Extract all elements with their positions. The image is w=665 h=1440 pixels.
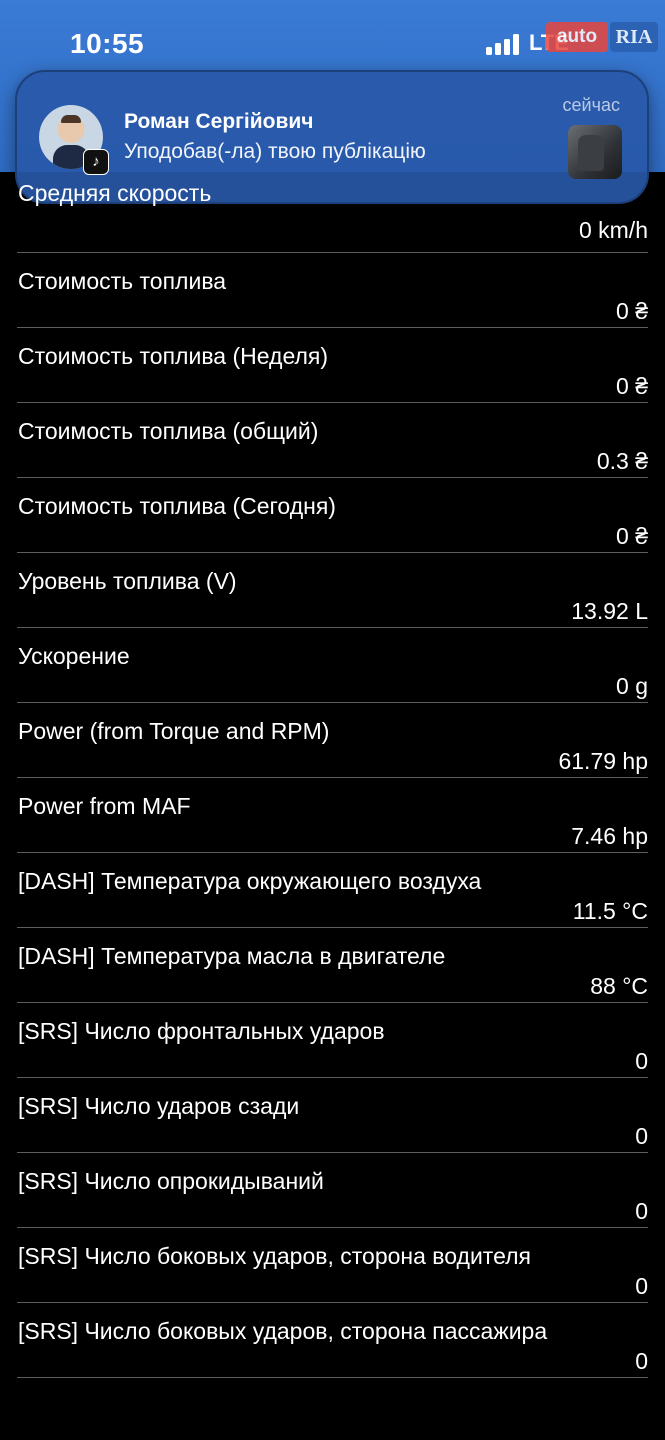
row-label: Стоимость топлива (Сегодня) xyxy=(18,493,336,519)
row-value: 0 ₴ xyxy=(616,298,648,324)
row-value: 0 xyxy=(635,1048,648,1074)
notification-time: сейчас xyxy=(562,95,620,115)
row-label: Уровень топлива (V) xyxy=(18,568,237,594)
list-item[interactable]: [DASH] Температура окружающего воздуха 1… xyxy=(17,853,648,928)
row-label: Ускорение xyxy=(18,643,130,669)
row-value: 0 g xyxy=(616,673,648,699)
row-label: [SRS] Число ударов сзади xyxy=(18,1093,300,1119)
list-item[interactable]: Стоимость топлива (Сегодня) 0 ₴ xyxy=(17,478,648,553)
list-item[interactable]: Уровень топлива (V) 13.92 L xyxy=(17,553,648,628)
row-value: 61.79 hp xyxy=(558,748,648,774)
list-item[interactable]: Ускорение 0 g xyxy=(17,628,648,703)
row-value: 0 km/h xyxy=(578,217,648,243)
sensor-list: Средняя скорость 0 km/h Стоимость топлив… xyxy=(0,172,665,1378)
status-time: 10:55 xyxy=(70,28,145,59)
row-label: [SRS] Число боковых ударов, сторона пасс… xyxy=(18,1318,548,1344)
row-value: 0 ₴ xyxy=(616,373,648,399)
list-item[interactable]: Power (from Torque and RPM) 61.79 hp xyxy=(17,703,648,778)
row-value: 11.5 °C xyxy=(572,898,648,924)
row-label: Стоимость топлива (Неделя) xyxy=(18,343,329,369)
list-item[interactable]: Power from MAF 7.46 hp xyxy=(17,778,648,853)
row-value: 88 °C xyxy=(590,973,648,999)
row-value: 0 xyxy=(635,1198,648,1224)
row-label: Power from MAF xyxy=(18,793,191,819)
notification-message: Уподобав(-ла) твою публікацію xyxy=(124,140,426,163)
watermark-ria: RIA xyxy=(610,22,658,52)
row-label: [SRS] Число фронтальных ударов xyxy=(18,1018,385,1044)
row-value: 0 xyxy=(635,1348,648,1374)
list-item[interactable]: Средняя скорость 0 km/h xyxy=(17,172,648,253)
watermark-logo: auto RIA xyxy=(546,20,658,54)
row-label: [SRS] Число опрокидываний xyxy=(18,1168,324,1194)
row-label: Power (from Torque and RPM) xyxy=(18,718,330,744)
row-label: Стоимость топлива xyxy=(18,268,227,294)
cellular-signal-icon xyxy=(486,33,522,55)
list-item[interactable]: [SRS] Число опрокидываний 0 xyxy=(17,1153,648,1228)
row-value: 0 ₴ xyxy=(616,523,648,549)
row-value: 0 xyxy=(635,1273,648,1299)
row-label: Стоимость топлива (общий) xyxy=(18,418,319,444)
notification-sender: Роман Сергійович xyxy=(124,110,314,133)
list-item[interactable]: [SRS] Число фронтальных ударов 0 xyxy=(17,1003,648,1078)
watermark-auto: auto xyxy=(546,22,608,52)
row-label: [DASH] Температура масла в двигателе xyxy=(18,943,446,969)
list-item[interactable]: [SRS] Число боковых ударов, сторона пасс… xyxy=(17,1303,648,1378)
row-label: Средняя скорость xyxy=(18,180,212,206)
list-item[interactable]: Стоимость топлива 0 ₴ xyxy=(17,253,648,328)
row-value: 0.3 ₴ xyxy=(596,448,648,474)
list-item[interactable]: [SRS] Число ударов сзади 0 xyxy=(17,1078,648,1153)
row-value: 7.46 hp xyxy=(571,823,648,849)
list-item[interactable]: [DASH] Температура масла в двигателе 88 … xyxy=(17,928,648,1003)
row-label: [DASH] Температура окружающего воздуха xyxy=(18,868,482,894)
row-value: 0 xyxy=(635,1123,648,1149)
list-item[interactable]: [SRS] Число боковых ударов, сторона води… xyxy=(17,1228,648,1303)
list-item[interactable]: Стоимость топлива (Неделя) 0 ₴ xyxy=(17,328,648,403)
notification-thumbnail xyxy=(568,125,622,179)
list-item[interactable]: Стоимость топлива (общий) 0.3 ₴ xyxy=(17,403,648,478)
row-value: 13.92 L xyxy=(571,598,648,624)
row-label: [SRS] Число боковых ударов, сторона води… xyxy=(18,1243,531,1269)
